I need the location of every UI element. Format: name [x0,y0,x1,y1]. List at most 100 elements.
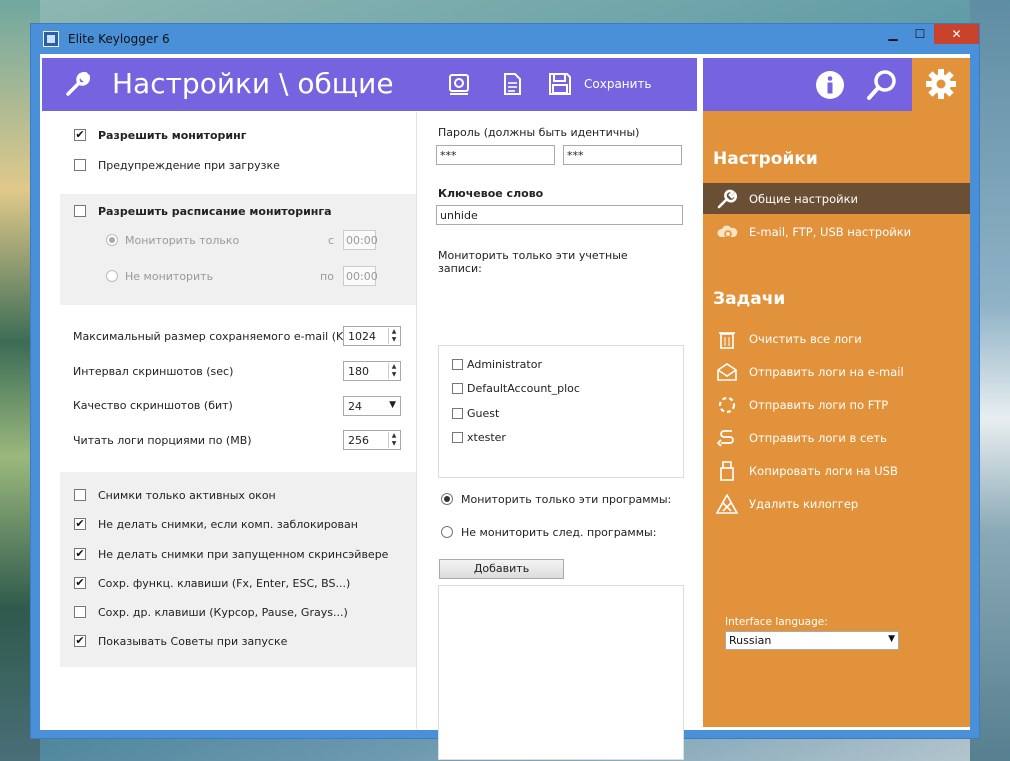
page-header: Настройки \ общие Сохранить [42,58,697,111]
to-time-input[interactable]: 00:00 [343,266,378,286]
floppy-disk-icon[interactable] [548,72,572,96]
task-label: Удалить килоггер [749,497,859,511]
stepper-arrows-icon[interactable]: ▲ ▼ [388,328,399,344]
read-logs-chunk-value: 256 [348,434,369,447]
schedule-checkbox[interactable] [74,205,86,217]
schedule-label: Разрешить расписание мониторинга [98,205,332,218]
monitor-only-programs-label: Мониторить только эти программы: [461,493,672,506]
sidebar-item-email-ftp-usb[interactable]: E-mail, FTP, USB настройки [703,216,970,247]
max-email-size-stepper[interactable]: 1024 ▲ ▼ [343,326,401,346]
from-label: с [328,234,335,247]
password-input[interactable]: *** [436,145,555,165]
sidebar-item-label: E-mail, FTP, USB настройки [749,225,912,239]
option-label: Сохр. функц. клавиши (Fx, Enter, ESC, BS… [98,577,351,590]
keyword-label: Ключевое слово [438,187,544,200]
column-divider [416,112,417,729]
screenshot-quality-value: 24 [348,400,362,413]
gear-icon [925,68,957,100]
do-not-monitor-programs-radio[interactable] [441,526,453,538]
task-remove-keylogger[interactable]: Удалить килоггер [703,488,970,519]
account-checkbox[interactable] [452,383,463,394]
option-checkbox[interactable]: ✔ [74,548,86,560]
task-send-network[interactable]: Отправить логи в сеть [703,422,970,453]
document-icon[interactable] [500,72,524,96]
window-client: Настройки \ общие Сохранить Настройки Об… [40,54,970,760]
wrench-icon [715,189,739,209]
app-window: Elite Keylogger 6 ▁ ☐ ✕ Настройки \ общи… [30,23,980,760]
save-button[interactable]: Сохранить [584,77,652,91]
option-label: Снимки только активных окон [98,489,276,502]
account-checkbox[interactable] [452,359,463,370]
info-icon[interactable] [815,70,845,100]
monitor-only-programs-radio[interactable] [441,493,453,505]
do-not-monitor-programs-label: Не мониторить след. программы: [461,526,657,539]
sidebar: Настройки Общие настройки E-mail, FTP, U… [703,111,970,727]
trash-icon [715,329,739,349]
screenshot-interval-value: 180 [348,365,369,378]
screenshot-interval-stepper[interactable]: 180 ▲ ▼ [343,361,401,381]
account-checkbox[interactable] [452,408,463,419]
stepper-arrows-icon[interactable]: ▲ ▼ [388,363,399,379]
minimize-button[interactable]: ▁ [880,24,906,44]
option-checkbox[interactable]: ✔ [74,635,86,647]
close-button[interactable]: ✕ [934,24,979,44]
maximize-button[interactable]: ☐ [907,24,933,44]
language-value: Russian [729,634,772,647]
account-label: Guest [467,407,500,420]
envelope-icon [715,362,739,382]
stepper-arrows-icon[interactable]: ▲ ▼ [388,432,399,448]
screenshot-interval-label: Интервал скриншотов (sec) [73,365,234,378]
allow-monitoring-checkbox[interactable]: ✔ [74,129,86,141]
to-label: по [320,270,334,283]
option-checkbox[interactable]: ✔ [74,577,86,589]
option-label: Показывать Советы при запуске [98,635,288,648]
task-send-ftp[interactable]: Отправить логи по FTP [703,389,970,420]
account-label: DefaultAccount_ploc [467,382,580,395]
read-logs-chunk-stepper[interactable]: 256 ▲ ▼ [343,430,401,450]
network-path-icon [715,428,739,448]
task-send-email[interactable]: Отправить логи на e-mail [703,356,970,387]
screenshot-quality-label: Качество скриншотов (бит) [73,399,233,412]
top-nav [703,58,912,111]
settings-gear-icon[interactable] [447,72,471,96]
do-not-monitor-radio[interactable] [106,270,118,282]
accounts-label-line2: записи: [438,262,482,275]
language-label: Interface language: [725,616,828,628]
sidebar-item-general[interactable]: Общие настройки [703,183,970,214]
title-bar[interactable]: Elite Keylogger 6 ▁ ☐ ✕ [31,24,979,54]
language-select[interactable]: Russian ▼ [725,631,899,650]
max-email-size-label: Максимальный размер сохраняемого e-mail … [73,330,356,343]
from-time-input[interactable]: 00:00 [343,230,378,250]
boot-warning-label: Предупреждение при загрузке [98,159,280,172]
task-copy-usb[interactable]: Копировать логи на USB [703,455,970,486]
max-email-size-value: 1024 [348,330,376,343]
option-checkbox[interactable]: ✔ [74,518,86,530]
task-clear-logs[interactable]: Очистить все логи [703,323,970,354]
search-icon[interactable] [866,69,898,101]
monitor-only-radio[interactable] [106,234,118,246]
wrench-icon [64,70,92,103]
security-panel: Пароль (должны быть идентичны) *** *** К… [426,112,696,760]
settings-tab[interactable] [912,58,970,111]
task-label: Отправить логи по FTP [749,398,889,412]
option-label: Не делать снимки при запущенном скринсэй… [98,548,389,561]
do-not-monitor-label: Не мониторить [125,270,214,283]
chevron-down-icon: ▼ [888,634,895,644]
option-checkbox[interactable] [74,606,86,618]
allow-monitoring-label: Разрешить мониторинг [98,129,247,142]
ftp-ring-icon [715,395,739,415]
account-label: xtester [467,431,506,444]
option-checkbox[interactable] [74,489,86,501]
programs-list[interactable] [438,585,684,760]
add-program-button[interactable]: Добавить [439,559,564,579]
task-label: Очистить все логи [749,332,862,346]
screenshot-quality-select[interactable]: 24 ▼ [343,396,401,416]
account-checkbox[interactable] [452,432,463,443]
boot-warning-checkbox[interactable] [74,159,86,171]
keyword-input[interactable]: unhide [436,205,683,225]
option-label: Не делать снимки, если комп. заблокирова… [98,518,358,531]
password-confirm-input[interactable]: *** [563,145,682,165]
account-label: Administrator [467,358,542,371]
app-icon [43,31,59,47]
option-label: Сохр. др. клавиши (Курсор, Pause, Grays.… [98,606,348,619]
